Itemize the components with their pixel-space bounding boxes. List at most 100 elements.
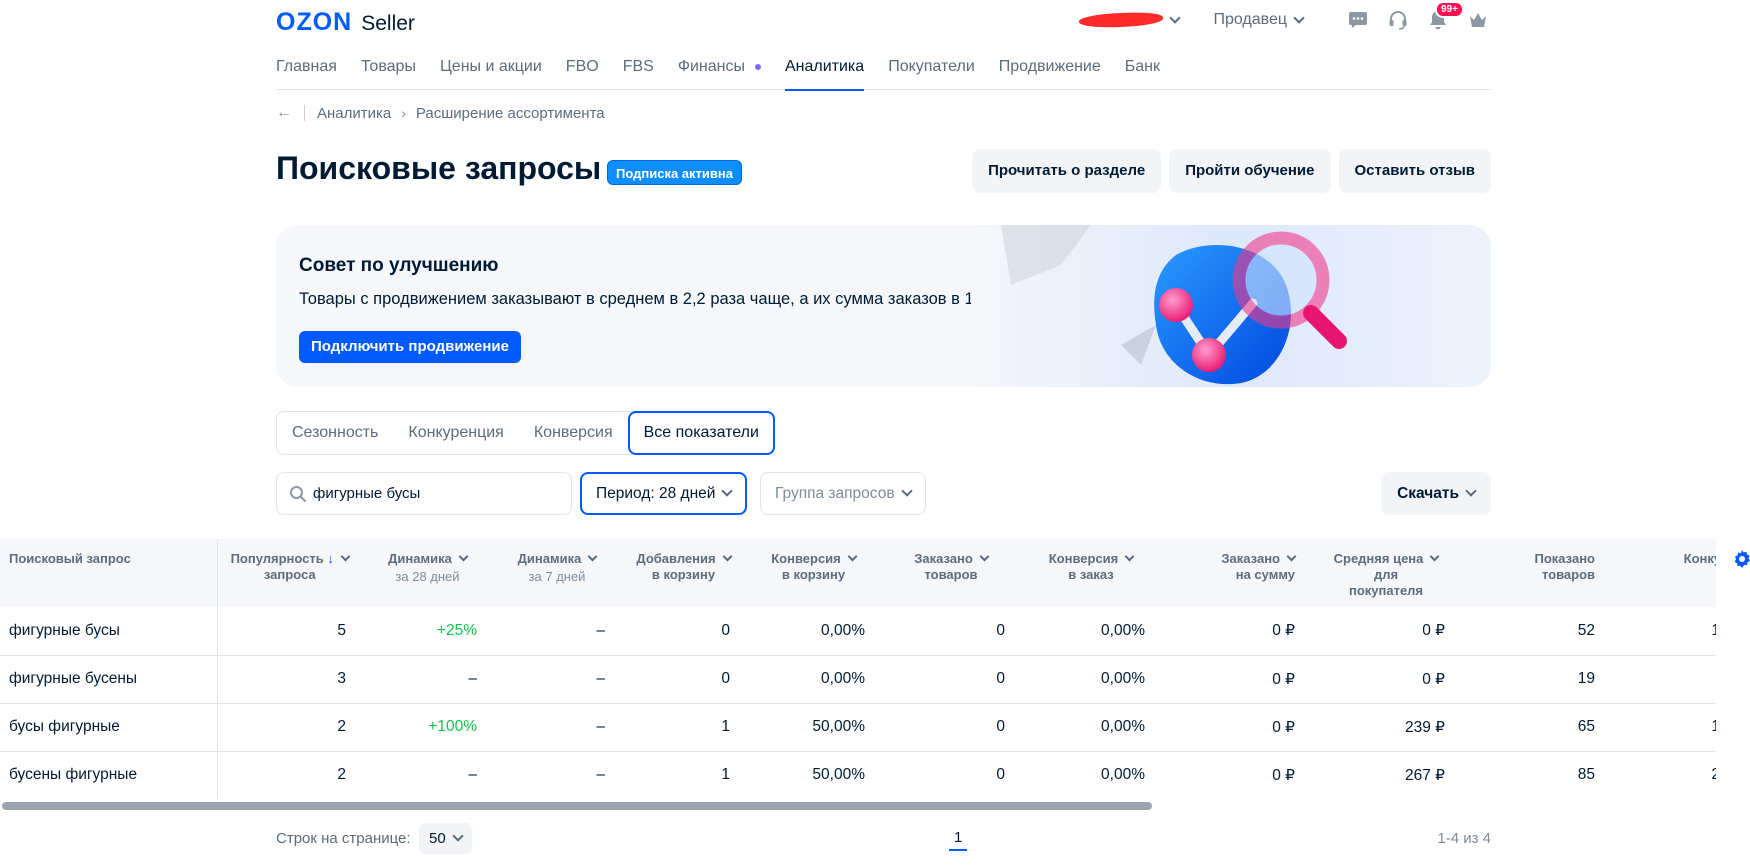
column-header-order-sum[interactable]: Заказано на сумму bbox=[1161, 539, 1311, 607]
breadcrumb-item-analytics[interactable]: Аналитика bbox=[317, 105, 391, 122]
breadcrumb-item-assortment[interactable]: Расширение ассортимента bbox=[416, 105, 605, 122]
cell-competition: 2 bbox=[1611, 751, 1716, 799]
chevron-down-icon bbox=[1286, 551, 1297, 562]
cell-dynamics-28: – bbox=[362, 751, 493, 799]
chevron-down-icon bbox=[721, 485, 734, 497]
cell-order-sum: 0 ₽ bbox=[1161, 607, 1311, 656]
chevron-down-icon bbox=[1124, 551, 1135, 562]
nav-item-main[interactable]: Главная bbox=[276, 52, 337, 90]
nav-item-bank[interactable]: Банк bbox=[1125, 52, 1160, 90]
crown-icon[interactable] bbox=[1465, 7, 1491, 33]
cell-shown: 85 bbox=[1461, 751, 1611, 799]
tab-seasonality[interactable]: Сезонность bbox=[277, 412, 393, 454]
download-button[interactable]: Скачать bbox=[1381, 472, 1491, 515]
chevron-down-icon bbox=[587, 551, 598, 562]
top-right-controls: Продавец 99+ bbox=[1079, 1, 1491, 34]
account-switcher[interactable] bbox=[1079, 11, 1182, 29]
cell-cart-adds: 1 bbox=[621, 751, 746, 799]
column-header-ordered[interactable]: Заказано товаров bbox=[881, 539, 1021, 607]
search-input[interactable] bbox=[313, 485, 553, 502]
column-header-query[interactable]: Поисковый запрос bbox=[0, 539, 218, 607]
cell-ordered: 0 bbox=[881, 655, 1021, 704]
nav-item-fbs[interactable]: FBS bbox=[623, 52, 654, 90]
cell-cart-adds: 1 bbox=[621, 703, 746, 752]
tab-conversion[interactable]: Конверсия bbox=[519, 412, 628, 454]
cell-ordered: 0 bbox=[881, 703, 1021, 752]
chevron-down-icon bbox=[979, 551, 990, 562]
bell-icon[interactable]: 99+ bbox=[1425, 1, 1464, 33]
notifications-badge: 99+ bbox=[1435, 1, 1464, 18]
new-indicator-dot bbox=[754, 63, 761, 70]
cell-avg-price: 239 ₽ bbox=[1311, 703, 1461, 752]
nav-item-products[interactable]: Товары bbox=[361, 52, 416, 90]
table-header-row: Поисковый запрос Популярность ↓ запроса … bbox=[0, 539, 1716, 607]
column-header-shown[interactable]: Показано товаров bbox=[1461, 539, 1611, 607]
column-header-avg-price[interactable]: Средняя цена для покупателя bbox=[1311, 539, 1461, 607]
cell-shown: 65 bbox=[1461, 703, 1611, 752]
back-arrow-icon[interactable]: ← bbox=[276, 104, 292, 122]
cell-order-conversion: 0,00% bbox=[1021, 751, 1161, 799]
queries-table: Поисковый запрос Популярность ↓ запроса … bbox=[0, 539, 1716, 799]
query-group-select[interactable]: Группа запросов bbox=[760, 472, 926, 515]
tab-all-metrics[interactable]: Все показатели bbox=[627, 411, 775, 455]
breadcrumb: ← Аналитика › Расширение ассортимента bbox=[276, 104, 605, 122]
ozon-seller-logo[interactable]: OZON Seller bbox=[276, 8, 415, 37]
nav-item-analytics[interactable]: Аналитика bbox=[784, 52, 865, 91]
nav-item-finance[interactable]: Финансы bbox=[678, 52, 761, 90]
chevron-down-icon bbox=[340, 551, 351, 562]
read-about-button[interactable]: Прочитать о разделе bbox=[972, 149, 1162, 193]
support-icon[interactable] bbox=[1385, 7, 1411, 33]
nav-item-customers[interactable]: Покупатели bbox=[888, 52, 975, 90]
column-header-popularity[interactable]: Популярность ↓ запроса bbox=[217, 539, 362, 607]
cell-competition: 1 bbox=[1611, 703, 1716, 752]
logo-product: Seller bbox=[361, 12, 415, 35]
table-row[interactable]: бусы фигурные 2 +100% – 1 50,00% 0 0,00%… bbox=[0, 703, 1716, 752]
query-group-label: Группа запросов bbox=[775, 484, 895, 502]
leave-feedback-button[interactable]: Оставить отзыв bbox=[1338, 149, 1491, 193]
chevron-right-icon: › bbox=[401, 105, 406, 121]
tab-competition[interactable]: Конкуренция bbox=[393, 412, 518, 454]
column-header-order-conversion[interactable]: Конверсия в заказ bbox=[1021, 539, 1161, 607]
main-nav: Главная Товары Цены и акции FBO FBS Фина… bbox=[276, 52, 1491, 91]
gear-icon[interactable] bbox=[1733, 550, 1750, 573]
nav-item-fbo[interactable]: FBO bbox=[566, 52, 599, 90]
page-button-current[interactable]: 1 bbox=[949, 829, 968, 851]
search-icon bbox=[290, 485, 306, 502]
column-header-cart-conversion[interactable]: Конверсия в корзину bbox=[746, 539, 881, 607]
cell-cart-adds: 0 bbox=[621, 607, 746, 656]
logo-brand: OZON bbox=[276, 8, 353, 36]
column-header-dynamics-28[interactable]: Динамика за 28 дней bbox=[362, 539, 493, 607]
tip-title: Совет по улучшению bbox=[299, 255, 499, 276]
queries-table-wrap: Поисковый запрос Популярность ↓ запроса … bbox=[0, 539, 1716, 799]
rows-per-page-select[interactable]: 50 bbox=[419, 823, 472, 854]
nav-item-promotion[interactable]: Продвижение bbox=[999, 52, 1101, 90]
chat-icon[interactable] bbox=[1345, 7, 1371, 33]
cell-popularity: 3 bbox=[217, 655, 362, 704]
view-tabs: Сезонность Конкуренция Конверсия Все пок… bbox=[276, 411, 775, 455]
connect-promotion-button[interactable]: Подключить продвижение bbox=[299, 331, 521, 363]
cell-dynamics-7: – bbox=[493, 751, 621, 799]
cell-shown: 19 bbox=[1461, 655, 1611, 704]
analytics-illustration bbox=[971, 225, 1491, 387]
page-title: Поисковые запросы bbox=[276, 150, 602, 186]
cell-query: бусены фигурные bbox=[0, 751, 218, 799]
table-row[interactable]: фигурные бусены 3 – – 0 0,00% 0 0,00% 0 … bbox=[0, 655, 1716, 704]
take-training-button[interactable]: Пройти обучение bbox=[1169, 149, 1331, 193]
table-row[interactable]: фигурные бусы 5 +25% – 0 0,00% 0 0,00% 0… bbox=[0, 607, 1716, 656]
cell-popularity: 2 bbox=[217, 751, 362, 799]
scrollbar-thumb[interactable] bbox=[2, 802, 1152, 810]
chevron-down-icon bbox=[1465, 485, 1477, 497]
rows-per-page-value: 50 bbox=[429, 830, 446, 847]
cell-popularity: 2 bbox=[217, 703, 362, 752]
column-header-competition[interactable]: Конкурен bbox=[1611, 539, 1716, 607]
cell-ordered: 0 bbox=[881, 751, 1021, 799]
cell-dynamics-28: +25% bbox=[362, 607, 493, 656]
period-select[interactable]: Период: 28 дней bbox=[580, 472, 748, 515]
nav-item-prices[interactable]: Цены и акции bbox=[440, 52, 542, 90]
table-row[interactable]: бусены фигурные 2 – – 1 50,00% 0 0,00% 0… bbox=[0, 751, 1716, 799]
column-header-cart-adds[interactable]: Добавления в корзину bbox=[621, 539, 746, 607]
role-switcher[interactable]: Продавец bbox=[1213, 11, 1305, 29]
column-header-dynamics-7[interactable]: Динамика за 7 дней bbox=[493, 539, 621, 607]
cell-dynamics-28: +100% bbox=[362, 703, 493, 752]
chevron-down-icon bbox=[1429, 551, 1440, 562]
